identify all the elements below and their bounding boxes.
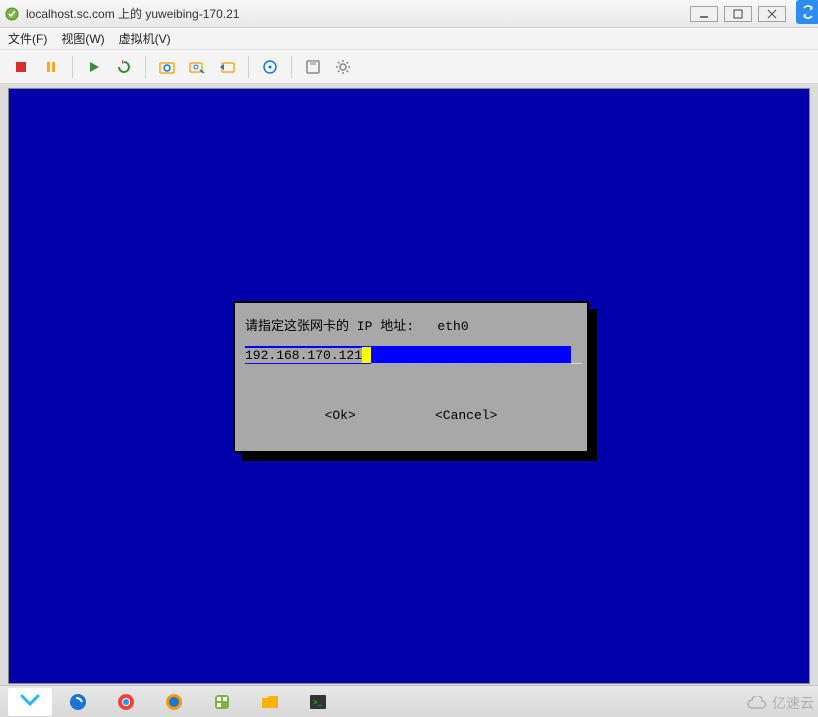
taskbar-explorer[interactable] [248, 688, 292, 716]
watermark-text: 亿速云 [772, 695, 814, 711]
window-controls [690, 6, 786, 22]
watermark: 亿速云 [746, 693, 814, 713]
menu-view[interactable]: 视图(W) [61, 30, 104, 47]
ip-input-value: 192.168.170.121 [245, 348, 362, 363]
input-underline [371, 346, 571, 364]
taskbar-vmware[interactable] [200, 688, 244, 716]
reset-button[interactable] [111, 54, 137, 80]
ip-input-field[interactable]: 192.168.170.121 [245, 346, 571, 364]
window-title: localhost.sc.com 上的 yuweibing-170.21 [26, 5, 690, 22]
svg-text:>_: >_ [313, 699, 323, 708]
toolbar-separator [72, 56, 73, 78]
cd-drive-button[interactable] [257, 54, 283, 80]
text-cursor [362, 347, 371, 363]
taskbar: >_ 亿速云 [0, 685, 818, 717]
ok-button[interactable]: <Ok> [325, 408, 356, 423]
snapshot-manager-button[interactable] [184, 54, 210, 80]
cancel-button[interactable]: <Cancel> [435, 408, 497, 423]
settings-button[interactable] [330, 54, 356, 80]
taskbar-terminal[interactable]: >_ [296, 688, 340, 716]
toolbar-separator [145, 56, 146, 78]
dialog-prompt: 请指定这张网卡的 IP 地址: eth0 [245, 315, 577, 334]
pause-button[interactable] [38, 54, 64, 80]
ip-config-dialog: 请指定这张网卡的 IP 地址: eth0 192.168.170.121 <Ok… [233, 301, 589, 453]
menu-vm[interactable]: 虚拟机(V) [119, 30, 171, 47]
play-button[interactable] [81, 54, 107, 80]
app-icon [4, 6, 20, 22]
sync-icon[interactable] [796, 0, 818, 24]
taskbar-app-1[interactable] [8, 688, 52, 716]
menu-file[interactable]: 文件(F) [8, 30, 47, 47]
vm-console[interactable]: 请指定这张网卡的 IP 地址: eth0 192.168.170.121 <Ok… [8, 88, 810, 684]
snapshot-button[interactable] [154, 54, 180, 80]
dialog-buttons: <Ok> <Cancel> [245, 408, 577, 423]
taskbar-app-2[interactable] [56, 688, 100, 716]
close-button[interactable] [758, 6, 786, 22]
menu-bar: 文件(F) 视图(W) 虚拟机(V) [0, 28, 818, 50]
toolbar-separator [248, 56, 249, 78]
window-titlebar: localhost.sc.com 上的 yuweibing-170.21 [0, 0, 818, 28]
taskbar-firefox[interactable] [152, 688, 196, 716]
floppy-button[interactable] [300, 54, 326, 80]
revert-snapshot-button[interactable] [214, 54, 240, 80]
minimize-button[interactable] [690, 6, 718, 22]
stop-button[interactable] [8, 54, 34, 80]
maximize-button[interactable] [724, 6, 752, 22]
taskbar-chrome[interactable] [104, 688, 148, 716]
toolbar [0, 50, 818, 84]
toolbar-separator [291, 56, 292, 78]
